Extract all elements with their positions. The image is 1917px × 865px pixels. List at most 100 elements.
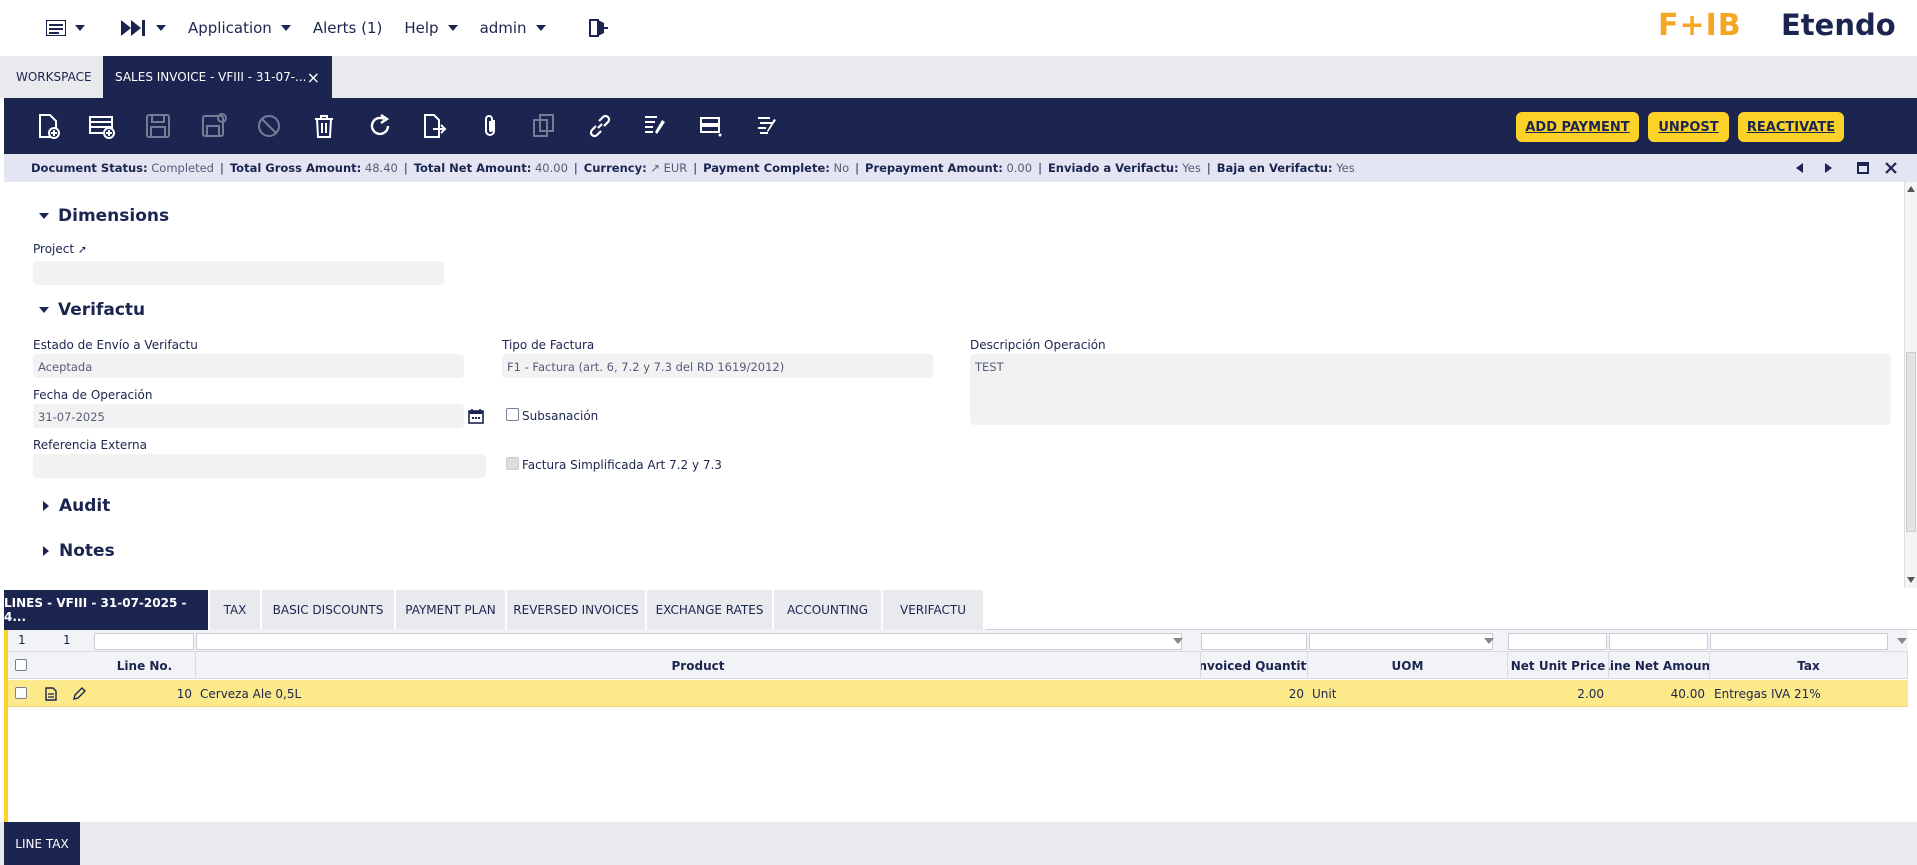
link-icon[interactable] — [586, 112, 614, 140]
section-dimensions-label: Dimensions — [58, 206, 170, 226]
section-notes[interactable]: Notes — [41, 541, 115, 561]
delete-icon[interactable] — [310, 112, 338, 140]
chevron-down-icon[interactable] — [1484, 638, 1494, 644]
tab-sales-invoice-label: SALES INVOICE - VFIII - 31-07-... — [115, 70, 307, 84]
filter-tax[interactable] — [1710, 633, 1888, 650]
chevron-down-icon[interactable] — [1173, 638, 1183, 644]
chevron-down-icon[interactable] — [1897, 638, 1907, 644]
save-close-icon[interactable] — [200, 112, 228, 140]
estado-field[interactable]: Aceptada — [33, 354, 464, 378]
maximize-icon[interactable] — [1857, 162, 1869, 174]
header-amount[interactable]: Line Net Amount — [1609, 652, 1710, 679]
referencia-field[interactable] — [33, 454, 486, 478]
tab-tax[interactable]: TAX — [210, 590, 262, 630]
tab-verifactu[interactable]: VERIFACTU — [883, 590, 985, 630]
workspace-menu-button[interactable] — [46, 20, 85, 36]
open-record-icon[interactable] — [45, 687, 57, 701]
filter-price[interactable] — [1508, 633, 1607, 650]
tab-lines[interactable]: LINES - VFIII - 31-07-2025 - 4... — [4, 590, 210, 630]
header-uom[interactable]: UOM — [1308, 652, 1508, 679]
filter-uom[interactable] — [1309, 633, 1493, 650]
cell-price: 2.00 — [1577, 686, 1604, 701]
header-tax[interactable]: Tax — [1710, 652, 1908, 679]
logout-button[interactable] — [588, 19, 608, 37]
tab-workspace[interactable]: WORKSPACE — [4, 56, 102, 98]
header-price[interactable]: Net Unit Price — [1508, 652, 1609, 679]
audit-trail-icon[interactable] — [641, 112, 669, 140]
attachment-icon[interactable] — [476, 112, 504, 140]
top-nav: Application Alerts (1) Help admin — [46, 19, 630, 37]
project-field[interactable] — [33, 261, 444, 285]
form-scrollbar[interactable] — [1904, 182, 1917, 588]
tab-payment-plan[interactable]: PAYMENT PLAN — [396, 590, 507, 630]
cancel-icon[interactable] — [255, 112, 283, 140]
tab-sales-invoice[interactable]: SALES INVOICE - VFIII - 31-07-... × — [103, 56, 332, 98]
row-checkbox[interactable] — [15, 687, 27, 699]
tab-basic-discounts[interactable]: BASIC DISCOUNTS — [262, 590, 396, 630]
cell-amount: 40.00 — [1670, 686, 1705, 701]
section-dimensions[interactable]: Dimensions — [39, 206, 169, 226]
simplificada-checkbox[interactable] — [506, 457, 519, 470]
filter-amount[interactable] — [1609, 633, 1708, 650]
cell-qty: 20 — [1288, 686, 1304, 701]
add-payment-button[interactable]: ADD PAYMENT — [1516, 112, 1639, 142]
previous-record-icon[interactable] — [1795, 163, 1805, 173]
scroll-up-icon[interactable] — [1907, 186, 1915, 192]
clone-icon[interactable] — [530, 112, 558, 140]
help-menu-label: Help — [404, 19, 439, 37]
status-item: Prepayment Amount: 0.00 — [865, 161, 1033, 175]
header-line-no[interactable]: Line No. — [94, 652, 196, 679]
section-verifactu[interactable]: Verifactu — [39, 300, 145, 320]
header-product[interactable]: Product — [196, 652, 1201, 679]
subsanacion-checkbox[interactable] — [506, 408, 519, 421]
close-icon[interactable] — [1885, 162, 1897, 174]
filter-qty[interactable] — [1201, 633, 1307, 650]
cell-tax: Entregas IVA 21% — [1714, 686, 1821, 701]
quick-launch-button[interactable] — [121, 20, 166, 36]
descripcion-label: Descripción Operación — [970, 338, 1106, 352]
refresh-icon[interactable] — [366, 112, 394, 140]
chevron-down-icon — [75, 25, 85, 31]
application-menu-label: Application — [188, 19, 272, 37]
scroll-down-icon[interactable] — [1907, 577, 1915, 583]
filter-line-no[interactable] — [94, 633, 194, 650]
export-icon[interactable] — [420, 112, 448, 140]
chevron-down-icon — [156, 25, 166, 31]
list-menu-icon — [46, 20, 66, 36]
fecha-field[interactable]: 31-07-2025 — [33, 404, 464, 428]
reactivate-button[interactable]: REACTIVATE — [1738, 112, 1844, 142]
status-item: Document Status: Completed — [31, 161, 214, 175]
grid-view-icon[interactable] — [697, 112, 725, 140]
tab-accounting[interactable]: ACCOUNTING — [774, 590, 883, 630]
referencia-label: Referencia Externa — [33, 438, 147, 452]
new-document-icon[interactable] — [34, 112, 62, 140]
close-icon[interactable]: × — [307, 68, 320, 87]
filter-product[interactable] — [196, 633, 1182, 650]
user-menu[interactable]: admin — [480, 19, 546, 37]
save-icon[interactable] — [144, 112, 172, 140]
help-menu[interactable]: Help — [404, 19, 458, 37]
new-record-icon[interactable] — [88, 112, 116, 140]
section-audit[interactable]: Audit — [41, 496, 110, 516]
tab-reversed-invoices[interactable]: REVERSED INVOICES — [507, 590, 647, 630]
chevron-down-icon — [39, 307, 49, 313]
link-arrow-icon[interactable]: ➚ — [78, 243, 87, 256]
header-qty[interactable]: Invoiced Quantity — [1201, 652, 1308, 679]
descripcion-field[interactable]: TEST — [970, 354, 1891, 425]
status-item: Total Gross Amount: 48.40 — [229, 161, 398, 175]
application-menu[interactable]: Application — [188, 19, 291, 37]
tab-line-tax[interactable]: LINE TAX — [4, 822, 80, 865]
calendar-icon[interactable] — [468, 408, 484, 424]
next-record-icon[interactable] — [1823, 163, 1833, 173]
tab-exchange-rates[interactable]: EXCHANGE RATES — [647, 590, 774, 630]
alerts-link[interactable]: Alerts (1) — [313, 19, 383, 37]
form-view-icon[interactable] — [752, 112, 780, 140]
table-row[interactable]: 10 Cerveza Ale 0,5L 20 Unit 2.00 40.00 E… — [8, 680, 1908, 707]
unpost-button[interactable]: UNPOST — [1648, 112, 1729, 142]
status-item: Payment Complete: No — [703, 161, 850, 175]
edit-pencil-icon[interactable] — [72, 687, 86, 701]
tipo-field[interactable]: F1 - Factura (art. 6, 7.2 y 7.3 del RD 1… — [502, 354, 933, 378]
select-all-checkbox[interactable] — [15, 659, 27, 671]
scroll-thumb[interactable] — [1906, 352, 1916, 532]
chevron-down-icon — [447, 25, 458, 31]
